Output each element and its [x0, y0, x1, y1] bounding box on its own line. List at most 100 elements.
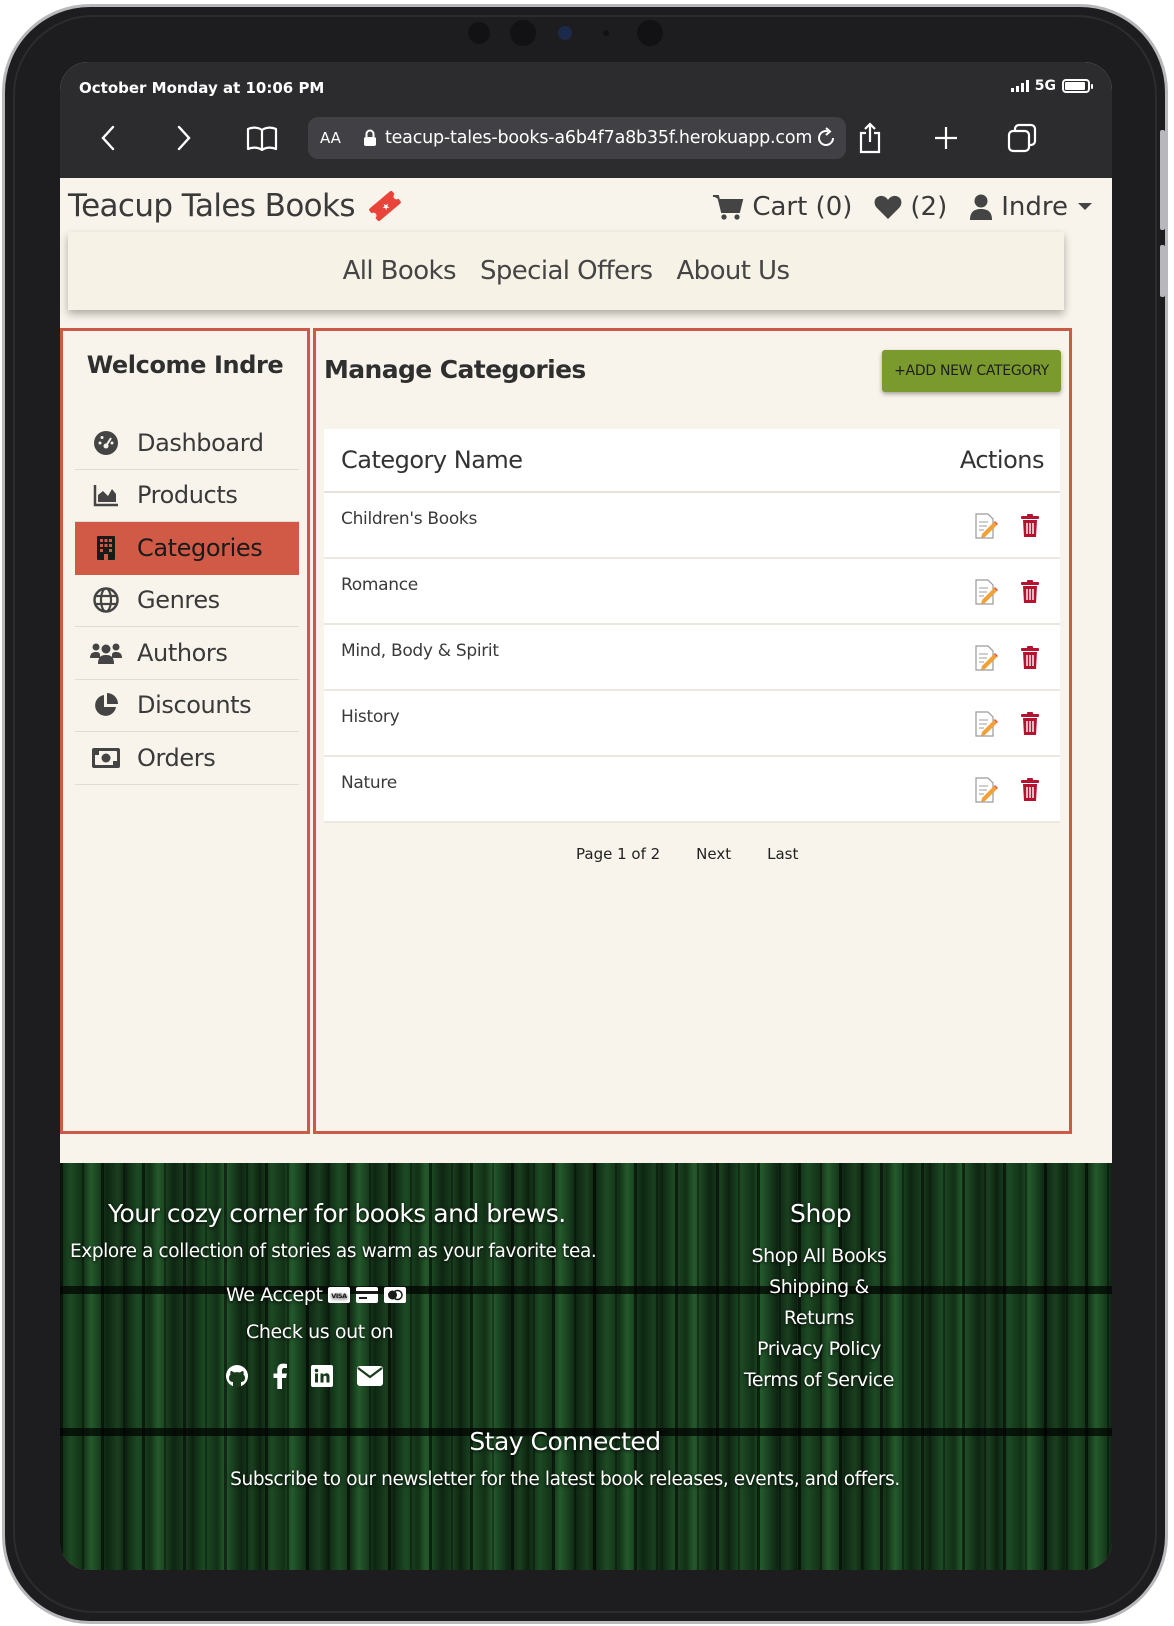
- column-header-category-name: Category Name: [341, 446, 523, 474]
- cart-link[interactable]: Cart (0): [712, 192, 852, 222]
- battery-icon: [1062, 79, 1093, 93]
- footer-shop-links: Shop All Books Shipping & Returns Privac…: [738, 1241, 900, 1396]
- add-category-button[interactable]: +ADD NEW CATEGORY: [882, 350, 1061, 392]
- page-status: Page 1 of 2: [576, 845, 661, 863]
- newsletter-description: Subscribe to our newsletter for the late…: [230, 1469, 900, 1490]
- table-row: Children's Books: [324, 493, 1060, 559]
- heart-icon: [874, 195, 902, 219]
- wishlist-link[interactable]: (2): [874, 192, 947, 222]
- trash-icon[interactable]: [1020, 580, 1040, 604]
- footer-shop-heading: Shop: [790, 1199, 852, 1228]
- tablet-device: October Monday at 10:06 PM 5G AA teacup-…: [0, 0, 1174, 1626]
- network-label: 5G: [1034, 78, 1056, 94]
- building-icon: [75, 535, 137, 561]
- category-name: Nature: [341, 773, 397, 793]
- account-menu[interactable]: Indre: [969, 192, 1094, 222]
- back-button[interactable]: [92, 122, 124, 154]
- cart-label: Cart (0): [752, 192, 853, 222]
- manage-categories-panel: Manage Categories +ADD NEW CATEGORY Cate…: [313, 328, 1072, 1134]
- page-title: Manage Categories: [324, 355, 586, 384]
- url-text: teacup-tales-books-a6b4f7a8b35f.herokuap…: [384, 128, 813, 148]
- user-icon: [970, 194, 993, 220]
- sensor: [603, 30, 609, 36]
- share-icon[interactable]: [854, 122, 886, 154]
- sidebar-item-categories[interactable]: Categories: [75, 522, 299, 575]
- power-button: [1160, 245, 1165, 297]
- forward-button[interactable]: [168, 122, 200, 154]
- footer-subtagline: Explore a collection of stories as warm …: [70, 1241, 597, 1262]
- footer-link-shipping-returns[interactable]: Shipping & Returns: [738, 1272, 900, 1334]
- sidebar-item-label: Genres: [137, 586, 220, 615]
- sidebar-item-label: Dashboard: [137, 428, 264, 457]
- caret-down-icon: [1078, 203, 1092, 210]
- site-header: Teacup Tales Books ★ Cart (0) (2) Indre: [60, 178, 1112, 240]
- signal-icon: [1010, 80, 1029, 92]
- footer-link-shop-all-books[interactable]: Shop All Books: [738, 1241, 900, 1272]
- trash-icon[interactable]: [1020, 712, 1040, 736]
- nav-all-books[interactable]: All Books: [343, 256, 457, 286]
- linkedin-icon[interactable]: [310, 1364, 334, 1388]
- nav-about-us[interactable]: About Us: [676, 256, 790, 286]
- sensor: [510, 20, 536, 46]
- edit-icon[interactable]: [974, 513, 998, 539]
- facebook-icon[interactable]: [272, 1363, 288, 1389]
- social-links: [224, 1363, 384, 1389]
- bookmarks-icon[interactable]: [242, 122, 282, 154]
- status-time: October Monday at 10:06 PM: [79, 79, 325, 97]
- footer-link-privacy-policy[interactable]: Privacy Policy: [738, 1334, 900, 1365]
- sidebar-item-label: Authors: [137, 638, 228, 667]
- sidebar-item-label: Products: [137, 481, 238, 510]
- we-accept-label: We Accept: [226, 1284, 323, 1306]
- tabs-icon[interactable]: [1006, 122, 1038, 154]
- address-bar[interactable]: AA teacup-tales-books-a6b4f7a8b35f.herok…: [308, 117, 846, 159]
- cart-icon: [713, 195, 744, 220]
- last-page-link[interactable]: Last: [767, 845, 798, 863]
- sidebar-item-genres[interactable]: Genres: [75, 575, 299, 627]
- sidebar-menu: Dashboard Products Categories Genres Aut…: [75, 417, 299, 785]
- sidebar-item-authors[interactable]: Authors: [75, 627, 299, 680]
- next-page-link[interactable]: Next: [696, 845, 731, 863]
- categories-table: Category Name Actions Children's Books R…: [324, 429, 1060, 823]
- sidebar-item-discounts[interactable]: Discounts: [75, 680, 299, 732]
- sidebar-item-label: Categories: [137, 533, 263, 562]
- status-indicators: 5G: [1010, 78, 1093, 94]
- mastercard-icon: [383, 1287, 406, 1303]
- browser-chrome: October Monday at 10:06 PM 5G AA teacup-…: [60, 62, 1112, 178]
- github-icon[interactable]: [224, 1363, 250, 1389]
- edit-icon[interactable]: [974, 579, 998, 605]
- footer-link-terms-of-service[interactable]: Terms of Service: [738, 1365, 900, 1396]
- payment-methods: We Accept VISA: [226, 1284, 407, 1306]
- gauge-icon: [75, 430, 137, 456]
- svg-text:VISA: VISA: [331, 1292, 347, 1300]
- sidebar-item-dashboard[interactable]: Dashboard: [75, 417, 299, 470]
- users-icon: [75, 641, 137, 665]
- trash-icon[interactable]: [1020, 514, 1040, 538]
- edit-icon[interactable]: [974, 777, 998, 803]
- credit-card-icon: [355, 1287, 378, 1303]
- category-name: Mind, Body & Spirit: [341, 641, 499, 661]
- sidebar-item-products[interactable]: Products: [75, 470, 299, 522]
- reload-icon[interactable]: [814, 126, 838, 155]
- ticket-icon: ★: [369, 191, 401, 221]
- camera-lens: [558, 26, 572, 40]
- edit-icon[interactable]: [974, 711, 998, 737]
- edit-icon[interactable]: [974, 645, 998, 671]
- table-row: History: [324, 691, 1060, 757]
- table-row: Romance: [324, 559, 1060, 625]
- new-tab-icon[interactable]: [930, 122, 962, 154]
- trash-icon[interactable]: [1020, 646, 1040, 670]
- envelope-icon[interactable]: [356, 1365, 384, 1387]
- table-row: Mind, Body & Spirit: [324, 625, 1060, 691]
- trash-icon[interactable]: [1020, 778, 1040, 802]
- footer-tagline: Your cozy corner for books and brews.: [108, 1199, 566, 1228]
- volume-button: [1160, 130, 1165, 230]
- brand-name: Teacup Tales Books: [68, 188, 356, 224]
- screen: October Monday at 10:06 PM 5G AA teacup-…: [60, 62, 1112, 1570]
- brand-logo[interactable]: Teacup Tales Books ★: [68, 188, 403, 224]
- money-bill-icon: [75, 747, 137, 768]
- sidebar-item-label: Orders: [137, 743, 216, 772]
- reader-aa-button[interactable]: AA: [320, 129, 341, 147]
- sidebar-item-orders[interactable]: Orders: [75, 732, 299, 785]
- nav-special-offers[interactable]: Special Offers: [480, 256, 653, 286]
- header-actions: Cart (0) (2) Indre: [712, 192, 1094, 222]
